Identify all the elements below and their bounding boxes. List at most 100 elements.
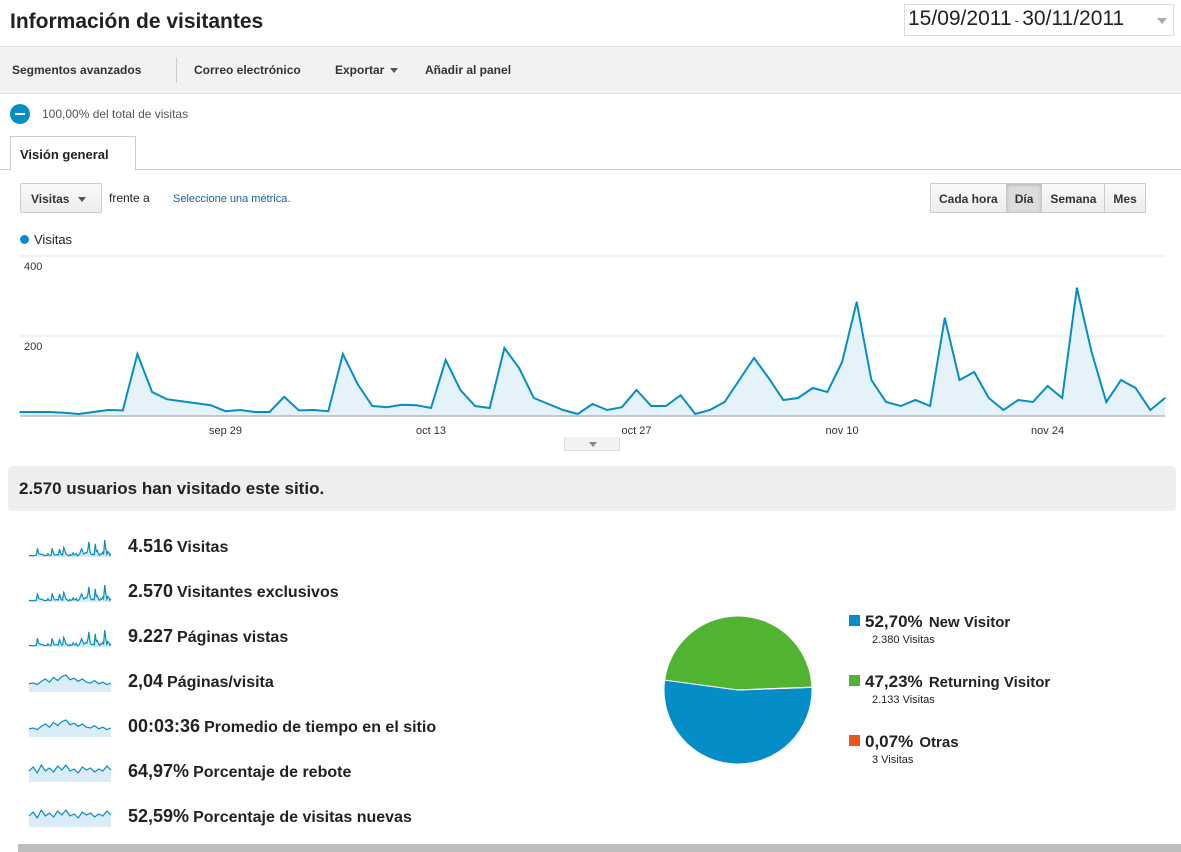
export-button[interactable]: Exportar xyxy=(335,63,399,77)
visits-data-point[interactable] xyxy=(444,359,447,361)
visits-data-point[interactable] xyxy=(826,391,829,393)
visits-data-point[interactable] xyxy=(841,361,843,363)
visits-data-point[interactable] xyxy=(944,317,946,319)
visits-data-point[interactable] xyxy=(782,399,785,401)
visits-data-point[interactable] xyxy=(562,409,564,411)
visits-data-point[interactable] xyxy=(63,412,65,414)
visits-data-point[interactable] xyxy=(679,394,682,396)
pie-legend-item[interactable]: 47,23% Returning Visitor 2.133 Visitas xyxy=(849,672,1050,706)
granularity-month-button[interactable]: Mes xyxy=(1104,183,1146,213)
visits-data-point[interactable] xyxy=(430,407,432,409)
visits-data-point[interactable] xyxy=(591,403,594,405)
visits-data-point[interactable] xyxy=(342,353,344,355)
visits-data-point[interactable] xyxy=(1134,387,1137,389)
stat-label[interactable]: Porcentaje de rebote xyxy=(193,764,351,781)
visits-data-point[interactable] xyxy=(312,409,315,411)
visits-data-point[interactable] xyxy=(224,410,227,412)
visits-data-point[interactable] xyxy=(136,353,139,355)
visits-data-point[interactable] xyxy=(239,409,241,411)
pie-slice[interactable] xyxy=(663,679,813,765)
visits-data-point[interactable] xyxy=(488,407,491,409)
visits-data-point[interactable] xyxy=(723,401,726,403)
visits-data-point[interactable] xyxy=(767,377,770,379)
visits-data-point[interactable] xyxy=(547,403,550,405)
visits-data-point[interactable] xyxy=(327,410,330,412)
visits-data-point[interactable] xyxy=(1120,379,1122,381)
visits-data-point[interactable] xyxy=(400,404,403,406)
stat-label[interactable]: Visitas xyxy=(177,539,228,556)
visits-data-point[interactable] xyxy=(1164,397,1166,399)
visits-data-point[interactable] xyxy=(1061,397,1064,399)
visits-data-point[interactable] xyxy=(1032,401,1034,403)
visits-data-point[interactable] xyxy=(665,405,667,407)
visits-data-point[interactable] xyxy=(518,367,520,369)
visits-data-point[interactable] xyxy=(77,413,80,415)
stat-label[interactable]: Páginas/visita xyxy=(167,674,274,691)
visits-data-point[interactable] xyxy=(210,404,212,406)
advanced-segments-button[interactable]: Segmentos avanzados xyxy=(12,63,141,77)
segment-pie-icon[interactable] xyxy=(10,104,30,124)
visits-data-point[interactable] xyxy=(283,396,286,398)
visits-data-point[interactable] xyxy=(532,397,535,399)
visits-data-point[interactable] xyxy=(738,379,741,381)
visits-data-point[interactable] xyxy=(1046,385,1049,387)
visits-data-point[interactable] xyxy=(1149,409,1152,411)
granularity-week-button[interactable]: Semana xyxy=(1041,183,1106,213)
visits-data-point[interactable] xyxy=(753,357,755,359)
visits-data-point[interactable] xyxy=(298,409,300,412)
visits-data-point[interactable] xyxy=(929,405,931,407)
visits-data-point[interactable] xyxy=(386,406,388,408)
visits-data-point[interactable] xyxy=(958,379,961,381)
date-range-picker[interactable]: 15/09/2011-30/11/2011 xyxy=(904,4,1174,36)
visits-data-point[interactable] xyxy=(121,409,124,412)
select-metric-link[interactable]: Seleccione una métrica. xyxy=(173,193,290,205)
visits-data-point[interactable] xyxy=(899,405,902,407)
add-to-dashboard-button[interactable]: Añadir al panel xyxy=(425,63,511,77)
visits-data-point[interactable] xyxy=(33,411,36,413)
visits-data-point[interactable] xyxy=(459,389,462,391)
visits-data-point[interactable] xyxy=(195,402,197,404)
visits-data-point[interactable] xyxy=(254,411,256,413)
visits-data-point[interactable] xyxy=(474,405,476,407)
visits-data-point[interactable] xyxy=(180,400,183,402)
visits-data-point[interactable] xyxy=(606,409,608,411)
granularity-hourly-button[interactable]: Cada hora xyxy=(930,183,1007,213)
visits-data-point[interactable] xyxy=(885,401,887,403)
visits-data-point[interactable] xyxy=(1076,287,1078,289)
visits-data-point[interactable] xyxy=(811,387,814,389)
visits-data-point[interactable] xyxy=(797,397,799,399)
visits-data-point[interactable] xyxy=(1017,399,1020,401)
visits-data-point[interactable] xyxy=(1105,401,1108,403)
chevron-down-icon[interactable] xyxy=(1157,18,1167,24)
visits-data-point[interactable] xyxy=(1090,351,1093,353)
visits-data-point[interactable] xyxy=(988,397,990,399)
pie-legend-item[interactable]: 52,70% New Visitor 2.380 Visitas xyxy=(849,612,1010,646)
visits-data-point[interactable] xyxy=(1002,409,1005,411)
tab-overview[interactable]: Visión general xyxy=(10,136,136,170)
visits-data-point[interactable] xyxy=(694,413,697,415)
visits-data-point[interactable] xyxy=(621,406,623,408)
stat-label[interactable]: Porcentaje de visitas nuevas xyxy=(193,809,412,826)
visits-data-point[interactable] xyxy=(870,379,873,381)
visits-data-point[interactable] xyxy=(165,398,168,400)
stat-label[interactable]: Páginas vistas xyxy=(177,629,288,646)
stat-label[interactable]: Promedio de tiempo en el sitio xyxy=(204,719,436,736)
pie-slice[interactable] xyxy=(664,615,813,691)
collapse-chart-button[interactable] xyxy=(564,437,620,451)
granularity-day-button[interactable]: Día xyxy=(1005,183,1043,213)
visits-data-point[interactable] xyxy=(107,409,109,411)
visits-data-point[interactable] xyxy=(415,404,418,406)
stat-label[interactable]: Visitantes exclusivos xyxy=(177,584,339,601)
email-button[interactable]: Correo electrónico xyxy=(194,63,301,77)
visits-data-point[interactable] xyxy=(151,391,153,393)
visits-data-point[interactable] xyxy=(19,411,21,413)
visits-data-point[interactable] xyxy=(356,383,359,385)
visits-data-point[interactable] xyxy=(855,301,858,303)
visits-data-point[interactable] xyxy=(577,413,579,415)
pie-legend-item[interactable]: 0,07% Otras 3 Visitas xyxy=(849,732,959,766)
visits-data-point[interactable] xyxy=(503,347,506,349)
visits-data-point[interactable] xyxy=(650,405,653,407)
visits-data-point[interactable] xyxy=(371,405,374,407)
visits-data-point[interactable] xyxy=(92,411,95,413)
metric-select[interactable]: Visitas xyxy=(20,183,102,213)
